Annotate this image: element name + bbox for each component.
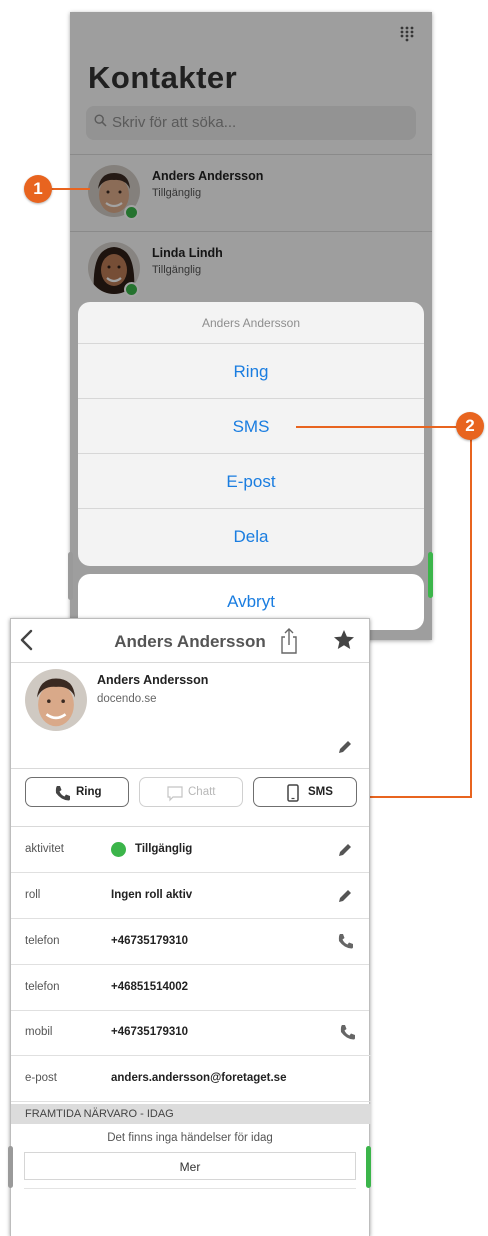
contact-actions: Ring Chatt SMS: [11, 769, 369, 827]
action-sheet-title: Anders Andersson: [78, 302, 424, 344]
contact-detail-screen: Anders Andersson Anders Andersson docend…: [10, 618, 370, 1236]
page-title: Anders Andersson: [114, 632, 266, 651]
scroll-edge-left: [8, 1146, 13, 1188]
star-icon[interactable]: [333, 629, 355, 651]
contacts-screen: Kontakter Skriv för att söka... Anders A…: [70, 12, 432, 640]
action-email-button[interactable]: E-post: [78, 454, 424, 509]
profile-name: Anders Andersson: [97, 673, 209, 687]
scroll-edge-left: [68, 552, 73, 600]
callout-line-2: [296, 426, 460, 428]
pencil-icon[interactable]: [337, 842, 353, 858]
call-button-label: Ring: [76, 786, 102, 798]
avatar: [25, 669, 87, 731]
field-label: telefon: [25, 981, 60, 993]
sms-button-label: SMS: [308, 786, 333, 798]
scroll-edge-right: [428, 552, 433, 598]
nav-bar: Anders Andersson: [11, 619, 369, 663]
field-row-phone[interactable]: telefon +46851514002: [11, 965, 369, 1011]
field-value: +46735179310: [111, 935, 189, 947]
mobile-icon: [284, 784, 302, 802]
callout-line-2-vertical: [470, 432, 472, 798]
sms-button[interactable]: SMS: [253, 777, 357, 807]
pencil-icon[interactable]: [337, 739, 353, 755]
field-label: telefon: [25, 935, 60, 947]
field-label: aktivitet: [25, 843, 64, 855]
phone-icon[interactable]: [337, 932, 355, 950]
share-icon[interactable]: [279, 627, 299, 655]
action-share-button[interactable]: Dela: [78, 509, 424, 564]
field-row-activity[interactable]: aktivitet Tillgänglig: [11, 827, 369, 873]
scroll-edge-right: [366, 1146, 371, 1188]
action-call-button[interactable]: Ring: [78, 344, 424, 399]
field-value: +46851514002: [111, 981, 189, 993]
chat-button[interactable]: Chatt: [139, 777, 243, 807]
field-value: Ingen roll aktiv: [111, 889, 193, 901]
field-row-role[interactable]: roll Ingen roll aktiv: [11, 873, 369, 919]
call-button[interactable]: Ring: [25, 777, 129, 807]
chat-icon: [166, 784, 184, 802]
profile-header: Anders Andersson docendo.se: [11, 663, 369, 769]
callout-badge-2: 2: [456, 412, 484, 440]
status-dot: [111, 842, 126, 857]
chat-button-label: Chatt: [188, 786, 216, 798]
pencil-icon[interactable]: [337, 888, 353, 904]
profile-domain: docendo.se: [97, 693, 157, 705]
callout-line-2-bottom: [352, 796, 472, 798]
phone-icon: [54, 784, 72, 802]
action-sheet: Anders Andersson Ring SMS E-post Dela: [78, 302, 424, 566]
field-label: roll: [25, 889, 41, 901]
field-row-phone[interactable]: telefon +46735179310: [11, 919, 369, 965]
callout-badge-1: 1: [24, 175, 52, 203]
field-value: Tillgänglig: [135, 843, 193, 855]
